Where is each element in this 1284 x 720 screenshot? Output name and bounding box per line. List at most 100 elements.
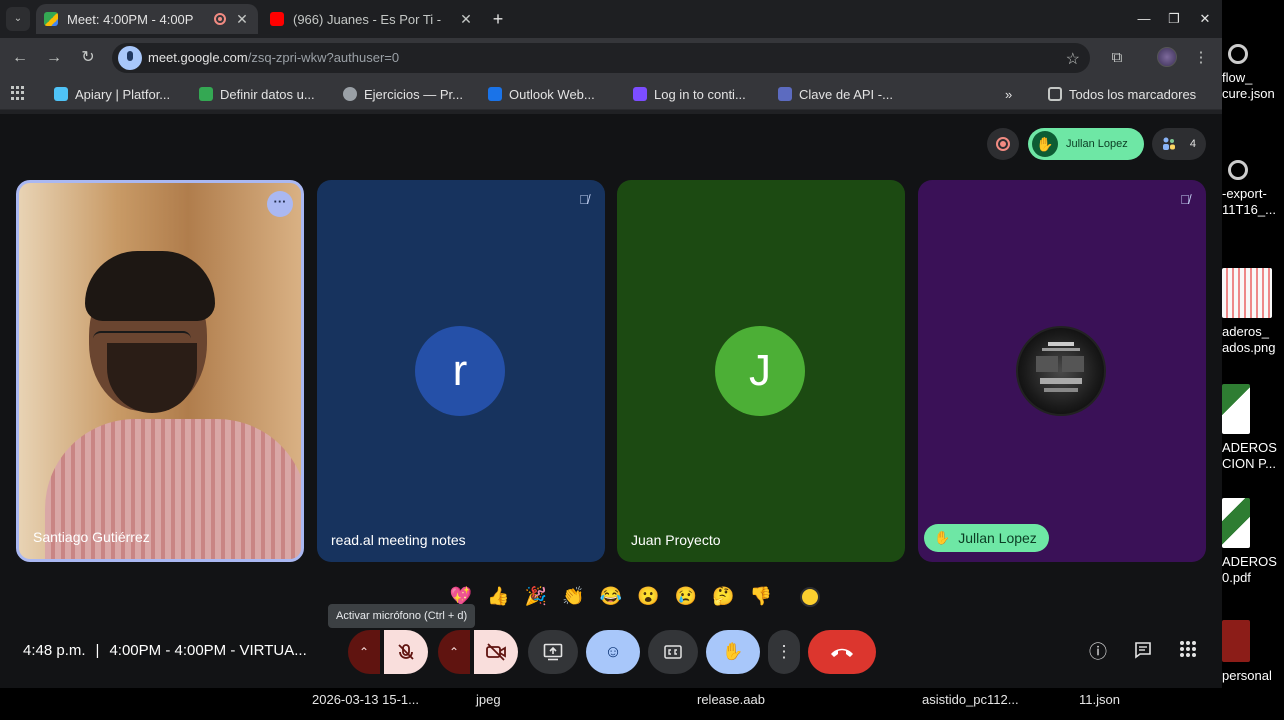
maximize-button[interactable]: ❐ bbox=[1163, 8, 1185, 30]
audio-options-chevron-icon[interactable]: ⌃ bbox=[348, 630, 380, 674]
reload-icon[interactable]: ↻ bbox=[78, 48, 98, 68]
browser-window: ⌄ Meet: 4:00PM - 4:00P ✕ (966) Juanes - … bbox=[0, 0, 1222, 114]
raise-hand-icon: ✋ bbox=[722, 642, 744, 661]
video-options-chevron-icon[interactable]: ⌃ bbox=[438, 630, 470, 674]
taskbar-item[interactable]: release.aab bbox=[697, 692, 765, 707]
youtube-favicon-icon bbox=[270, 12, 284, 26]
browser-menu-icon[interactable]: ⋮ bbox=[1191, 48, 1211, 68]
captions-button[interactable] bbox=[648, 630, 698, 674]
meeting-title: 4:00PM - 4:00PM - VIRTUA... bbox=[109, 642, 307, 659]
tab-close-icon[interactable]: ✕ bbox=[234, 11, 250, 28]
participant-name: Santiago Gutiérrez bbox=[33, 529, 150, 545]
participant-name: Juan Proyecto bbox=[631, 532, 721, 548]
globe-icon bbox=[343, 87, 357, 101]
bookmark-item[interactable]: Clave de API -... bbox=[778, 85, 893, 103]
avatar bbox=[1016, 326, 1106, 416]
minimize-button[interactable]: — bbox=[1133, 8, 1155, 30]
profile-avatar[interactable] bbox=[1157, 47, 1177, 67]
meeting-info: 4:48 p.m. | 4:00PM - 4:00PM - VIRTUA... bbox=[23, 642, 307, 659]
file-thumbnail-icon bbox=[1228, 44, 1248, 64]
bookmark-item[interactable]: Definir datos u... bbox=[199, 85, 315, 103]
apps-grid-icon[interactable] bbox=[11, 86, 25, 100]
emoji-icon: ☺ bbox=[604, 642, 622, 661]
reaction-clap[interactable]: 👏 bbox=[555, 580, 593, 612]
bookmark-star-icon[interactable]: ☆ bbox=[1066, 49, 1080, 69]
raised-hand-icon: ✋ bbox=[934, 530, 951, 545]
folder-icon bbox=[1048, 87, 1062, 101]
meet-favicon-icon bbox=[44, 12, 58, 26]
hang-up-icon bbox=[831, 648, 853, 657]
desktop-file[interactable]: flow_ cure.json bbox=[1222, 44, 1284, 102]
desktop-file[interactable]: ADEROS 0.pdf bbox=[1222, 498, 1284, 586]
microphone-in-use-icon[interactable] bbox=[118, 46, 142, 70]
raise-hand-button[interactable]: ✋ bbox=[706, 630, 760, 674]
tab-close-icon[interactable]: ✕ bbox=[458, 11, 474, 28]
tab-youtube[interactable]: (966) Juanes - Es Por Ti - ✕ bbox=[262, 4, 482, 34]
triangle-logo-icon bbox=[633, 87, 647, 101]
back-icon[interactable]: ← bbox=[10, 48, 30, 68]
more-options-icon[interactable]: ··· bbox=[267, 191, 293, 217]
mic-toggle-button[interactable] bbox=[384, 630, 428, 674]
participant-tile[interactable]: ··· Santiago Gutiérrez bbox=[16, 180, 304, 562]
bookmarks-overflow-button[interactable]: » bbox=[1005, 85, 1012, 103]
tab-meet[interactable]: Meet: 4:00PM - 4:00P ✕ bbox=[36, 4, 258, 34]
bookmarks-bar: Apiary | Platfor... Definir datos u... E… bbox=[0, 78, 1222, 110]
captions-icon bbox=[664, 645, 682, 659]
reaction-thumbs-down[interactable]: 👎 bbox=[742, 580, 780, 612]
recording-button[interactable] bbox=[987, 128, 1019, 160]
bookmark-item[interactable]: Log in to conti... bbox=[633, 85, 746, 103]
extensions-icon[interactable]: ⧉ bbox=[1107, 48, 1127, 68]
meet-stage: ✋ Jullan Lopez 4 ··· Santiago Gutiérrez … bbox=[0, 114, 1222, 688]
reaction-sad[interactable]: 😢 bbox=[667, 580, 705, 612]
tab-search-button[interactable]: ⌄ bbox=[6, 7, 30, 31]
mic-muted-icon: 🎙̸ bbox=[579, 192, 589, 207]
bookmark-item[interactable]: Outlook Web... bbox=[488, 85, 595, 103]
end-call-button[interactable] bbox=[808, 630, 876, 674]
people-icon bbox=[1163, 137, 1175, 150]
desktop-taskbar: 2026-03-13 15-1... jpeg release.aab asis… bbox=[0, 688, 1222, 720]
reaction-thinking[interactable]: 🤔 bbox=[705, 580, 743, 612]
all-bookmarks-folder[interactable]: Todos los marcadores bbox=[1048, 85, 1196, 103]
camera-toggle-button[interactable] bbox=[474, 630, 518, 674]
browser-toolbar: ← → ↻ meet.google.com/zsq-zpri-wkw?authu… bbox=[0, 38, 1222, 78]
taskbar-item[interactable]: 11.json bbox=[1079, 692, 1120, 707]
taskbar-item[interactable]: asistido_pc112... bbox=[922, 692, 1019, 707]
reaction-laugh[interactable]: 😂 bbox=[592, 580, 630, 612]
present-screen-button[interactable] bbox=[528, 630, 578, 674]
skin-tone-picker[interactable] bbox=[800, 587, 820, 607]
reaction-surprised[interactable]: 😮 bbox=[630, 580, 668, 612]
more-options-button[interactable]: ⋮ bbox=[768, 630, 800, 674]
bookmark-item[interactable]: Ejercicios — Pr... bbox=[343, 85, 463, 103]
new-tab-button[interactable]: + bbox=[488, 8, 508, 30]
file-thumbnail-icon bbox=[1228, 160, 1248, 180]
participant-count: 4 bbox=[1189, 138, 1196, 150]
chat-icon[interactable] bbox=[1131, 640, 1155, 664]
avatar: J bbox=[715, 326, 805, 416]
cloud-icon bbox=[199, 87, 213, 101]
activities-grid-icon[interactable] bbox=[1176, 640, 1200, 664]
avatar: r bbox=[415, 326, 505, 416]
tab-strip: ⌄ Meet: 4:00PM - 4:00P ✕ (966) Juanes - … bbox=[0, 0, 1222, 38]
desktop-file[interactable]: aderos_ ados.png bbox=[1222, 268, 1284, 356]
participant-tile[interactable]: 🎙̸ r read.al meeting notes bbox=[317, 180, 605, 562]
participant-tile[interactable]: 🎙̸ ✋ Jullan Lopez bbox=[918, 180, 1206, 562]
address-bar[interactable]: meet.google.com/zsq-zpri-wkw?authuser=0 … bbox=[112, 43, 1090, 73]
reaction-party[interactable]: 🎉 bbox=[517, 580, 555, 612]
participant-tile[interactable]: J Juan Proyecto bbox=[617, 180, 905, 562]
reaction-thumbs-up[interactable]: 👍 bbox=[480, 580, 518, 612]
bookmark-item[interactable]: Apiary | Platfor... bbox=[54, 85, 170, 103]
desktop-file[interactable]: personal bbox=[1222, 620, 1284, 684]
desktop-file[interactable]: -export- 11T16_... bbox=[1222, 160, 1284, 218]
raised-hand-icon: ✋ bbox=[1032, 131, 1058, 157]
forward-icon[interactable]: → bbox=[44, 48, 64, 68]
people-button[interactable]: 4 bbox=[1152, 128, 1206, 160]
desktop-file[interactable]: ADEROS CION P... bbox=[1222, 384, 1284, 472]
raised-hand-indicator[interactable]: ✋ Jullan Lopez bbox=[1028, 128, 1144, 160]
taskbar-item[interactable]: 2026-03-13 15-1... bbox=[312, 692, 419, 707]
meeting-details-icon[interactable]: ⓘ bbox=[1086, 640, 1110, 664]
taskbar-item[interactable]: jpeg bbox=[476, 692, 501, 707]
close-window-button[interactable]: ✕ bbox=[1194, 8, 1216, 30]
current-time: 4:48 p.m. bbox=[23, 642, 86, 659]
outlook-icon bbox=[488, 87, 502, 101]
reactions-button[interactable]: ☺ bbox=[586, 630, 640, 674]
